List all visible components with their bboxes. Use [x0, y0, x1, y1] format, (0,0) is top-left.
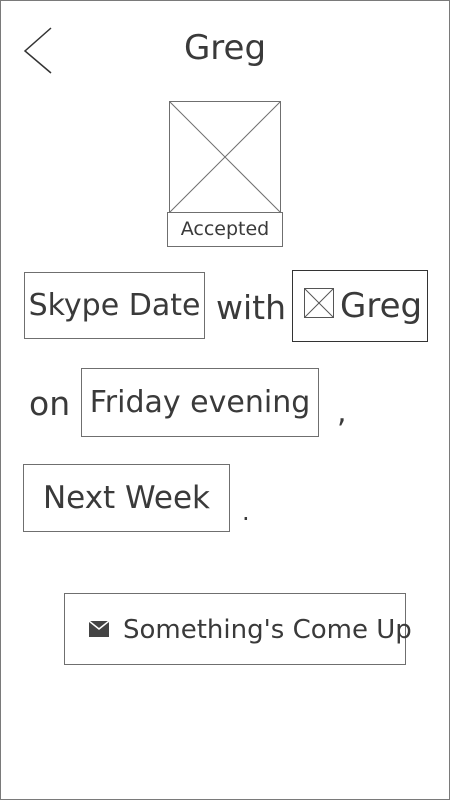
mail-icon — [89, 621, 109, 637]
status-badge: Accepted — [167, 212, 283, 247]
date-dropdown[interactable]: Next Week — [23, 464, 230, 532]
period-text: . — [242, 498, 250, 526]
contact-selector[interactable]: Greg — [292, 270, 428, 342]
on-text: on — [29, 384, 71, 423]
page-title: Greg — [183, 28, 267, 68]
with-text: with — [216, 288, 287, 327]
event-type-dropdown[interactable]: Skype Date — [24, 272, 205, 339]
action-button-label: Something's Come Up — [123, 615, 412, 645]
contact-name: Greg — [340, 286, 423, 326]
back-button[interactable] — [20, 26, 56, 78]
something-came-up-button[interactable]: Something's Come Up — [64, 593, 412, 665]
image-placeholder-icon — [169, 101, 281, 213]
time-dropdown[interactable]: Friday evening — [81, 368, 319, 437]
avatar — [169, 101, 281, 213]
comma-text: , — [337, 395, 347, 430]
chevron-left-icon — [23, 27, 52, 74]
image-placeholder-icon — [304, 288, 334, 318]
